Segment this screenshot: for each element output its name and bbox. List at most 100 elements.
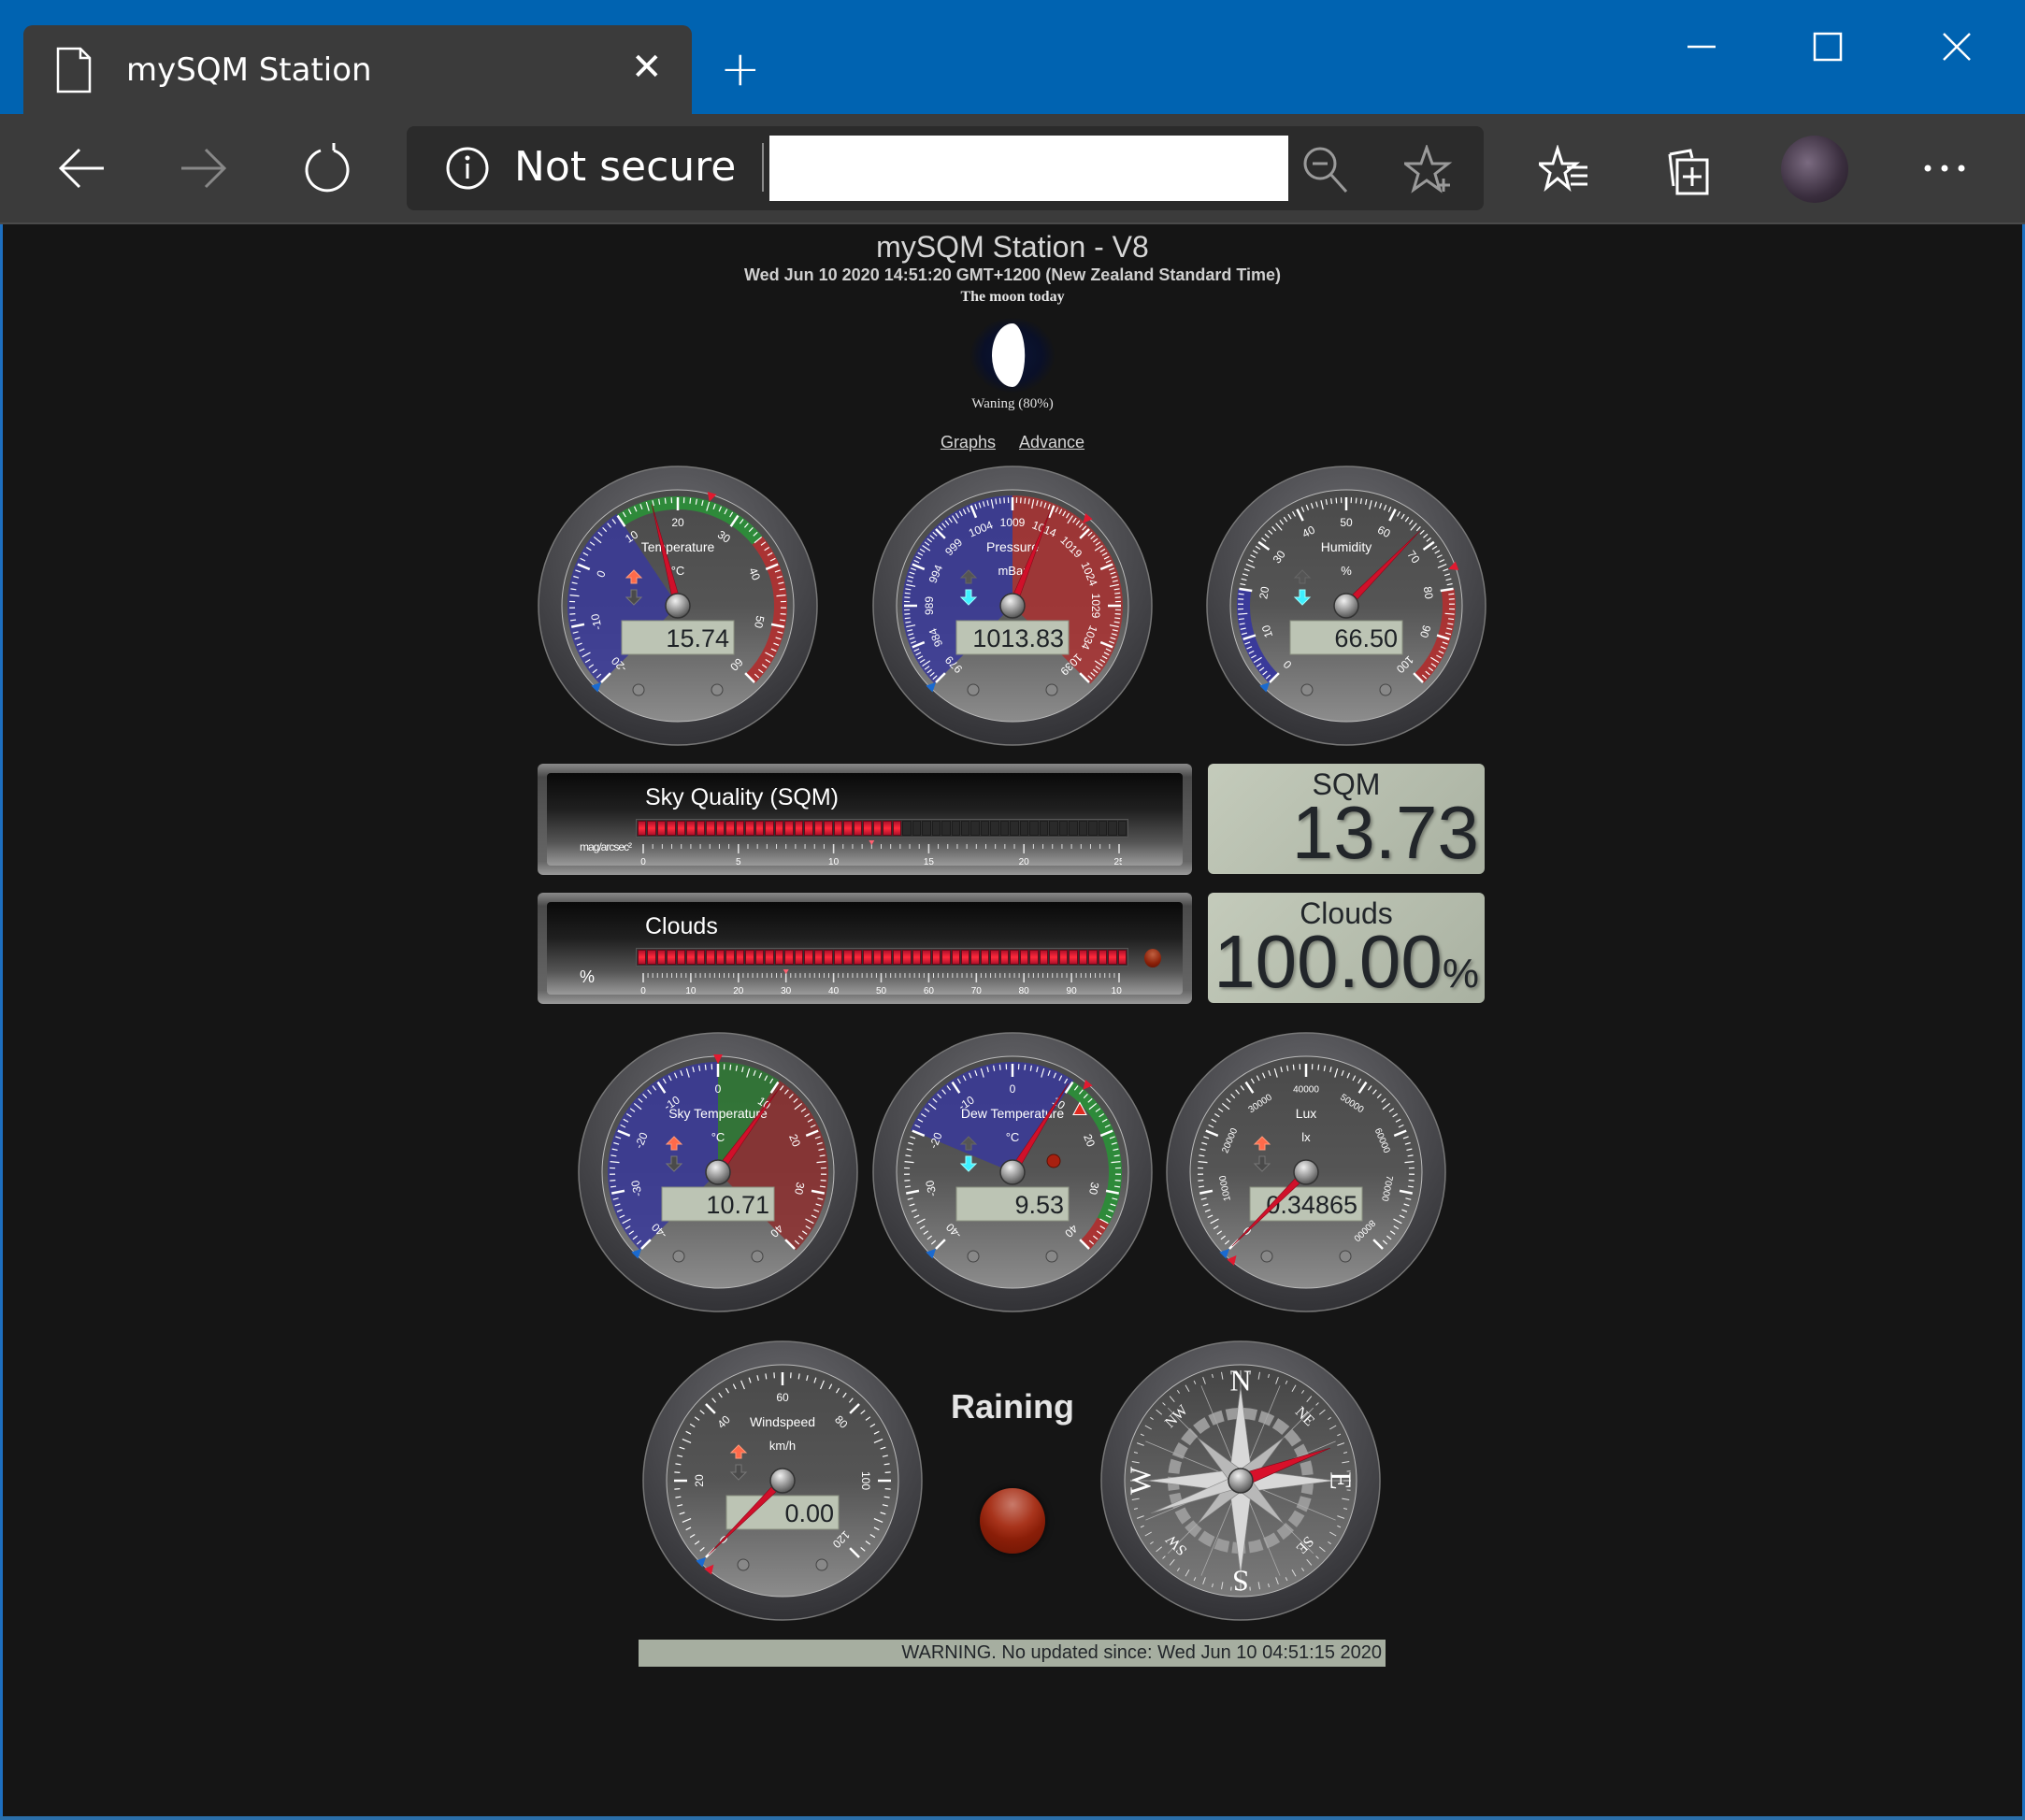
led-cell xyxy=(715,821,725,836)
led-cell xyxy=(804,821,813,836)
compass-cardinal-label: S xyxy=(1232,1565,1249,1598)
led-cell xyxy=(970,950,980,965)
gauge-tick xyxy=(905,1185,912,1188)
gauge-screw xyxy=(1339,1250,1352,1263)
gauge-tick-label: 989 xyxy=(923,596,936,615)
gauge-tick xyxy=(1199,1185,1205,1188)
led-cell xyxy=(1019,950,1029,965)
gauge-tick xyxy=(1448,618,1455,621)
led-cell xyxy=(1010,950,1019,965)
gauge-tick xyxy=(1335,497,1338,504)
gauge-screw xyxy=(815,1558,828,1571)
led-cell xyxy=(872,950,883,965)
led-cell xyxy=(784,821,794,836)
led-cell xyxy=(892,950,902,965)
gauge-tick xyxy=(1292,1064,1295,1070)
led-cell xyxy=(725,950,735,965)
gauge-screw xyxy=(751,1250,764,1263)
bar-scale-label: 0 xyxy=(640,986,646,996)
clouds-alert-led xyxy=(1144,949,1161,967)
led-cell xyxy=(941,950,951,965)
gauge-tick-label: 60 xyxy=(776,1391,789,1404)
gauge-tick xyxy=(1113,1185,1120,1188)
led-cell xyxy=(990,950,999,965)
led-cell xyxy=(1039,950,1049,965)
gauge-tick-label: 20 xyxy=(693,1474,706,1487)
bar-scale-label: 30 xyxy=(781,986,792,996)
bar-marker xyxy=(783,969,789,974)
maximize-icon[interactable] xyxy=(1800,19,1856,75)
humidity-gauge: 0 10 20 30 40 50 60 70 80 90 100 Humidity% 66.50 xyxy=(1206,466,1486,746)
gauge-tick xyxy=(779,619,785,622)
led-cell xyxy=(960,821,970,836)
led-cell xyxy=(735,821,745,836)
gauge-tick xyxy=(819,1185,826,1188)
gauge-lcd-value: 15.74 xyxy=(666,624,729,652)
compass-cardinal-label: W xyxy=(1123,1466,1156,1495)
gauge-screw xyxy=(1300,683,1314,696)
current-datetime: Wed Jun 10 2020 14:51:20 GMT+1200 (New Z… xyxy=(743,265,1282,284)
led-cell xyxy=(706,950,715,965)
led-cell xyxy=(765,950,774,965)
led-cell xyxy=(1078,950,1088,965)
led-cell xyxy=(824,821,833,836)
led-cell xyxy=(883,821,892,836)
gauge-screw xyxy=(632,683,645,696)
led-cell xyxy=(735,950,745,965)
led-cell xyxy=(676,950,686,965)
close-window-icon[interactable] xyxy=(1929,19,1985,75)
bar-scale-label: 10 xyxy=(685,986,697,996)
gauge-tick-label: 1029 xyxy=(1089,594,1102,619)
url-input[interactable] xyxy=(769,136,1288,201)
raining-led xyxy=(980,1488,1045,1554)
clouds-linear-gauge: Clouds % 0 10 20 30 40 50 60 70 80 90 100 xyxy=(538,893,1192,1004)
forward-icon[interactable] xyxy=(171,136,237,201)
gauge-screw xyxy=(1045,683,1058,696)
zoom-out-icon[interactable] xyxy=(1301,145,1350,193)
gauge-tick xyxy=(1448,593,1455,595)
led-cell xyxy=(863,950,872,965)
led-cell xyxy=(754,821,765,836)
clouds-lcd-value: 100.00 xyxy=(1214,920,1443,1003)
bar-scale-label: 20 xyxy=(1019,857,1030,867)
gauge-needle-hub xyxy=(705,1159,731,1185)
profile-avatar[interactable] xyxy=(1781,136,1848,203)
clouds-bar-unit: % xyxy=(580,967,596,986)
moon-lit-area xyxy=(992,323,1026,387)
led-cell xyxy=(1117,950,1127,965)
refresh-icon[interactable] xyxy=(294,136,360,201)
led-cell xyxy=(902,821,912,836)
bar-scale-label: 15 xyxy=(924,857,935,867)
window-border xyxy=(0,1816,2025,1820)
back-icon[interactable] xyxy=(49,136,114,201)
led-cell xyxy=(1049,821,1058,836)
minimize-icon[interactable] xyxy=(1673,19,1730,75)
gauge-tick-label: 50 xyxy=(1340,516,1353,529)
bar-scale-label: 90 xyxy=(1067,986,1078,996)
led-cell xyxy=(813,821,824,836)
collections-icon[interactable] xyxy=(1664,145,1715,195)
bar-scale-label: 10 xyxy=(828,857,840,867)
security-status[interactable]: Not secure xyxy=(514,143,736,191)
graphs-link[interactable]: Graphs xyxy=(941,433,996,451)
led-cell xyxy=(902,950,912,965)
more-icon[interactable] xyxy=(1921,154,1968,182)
gauge-tick xyxy=(998,497,1001,504)
gauge-tick xyxy=(1444,612,1455,615)
favorites-icon[interactable] xyxy=(1534,143,1589,195)
clouds-lcd: Clouds 100.00% xyxy=(1208,893,1485,1003)
gauge-lcd-value: 10.71 xyxy=(706,1191,769,1219)
new-tab-button[interactable]: + xyxy=(720,45,761,93)
compass-cardinal-label: N xyxy=(1229,1363,1251,1397)
bar-scale-label: 5 xyxy=(736,857,741,867)
gauge-tick xyxy=(1238,612,1248,615)
advance-link[interactable]: Advance xyxy=(1019,433,1084,451)
info-icon[interactable] xyxy=(444,145,491,192)
sky-temperature-gauge: -40 -30 -20 -10 0 10 20 30 40 Sky Temperature °C 10… xyxy=(578,1032,858,1312)
add-favorite-icon[interactable] xyxy=(1400,143,1453,193)
lux-gauge: 0100002000030000400005000060000700008000… xyxy=(1166,1032,1446,1312)
tab-close-icon[interactable]: ✕ xyxy=(631,49,663,86)
gauge-needle-hub xyxy=(999,1159,1026,1185)
gauge-tick xyxy=(1238,618,1244,621)
gauge-needle-hub xyxy=(1293,1159,1319,1185)
